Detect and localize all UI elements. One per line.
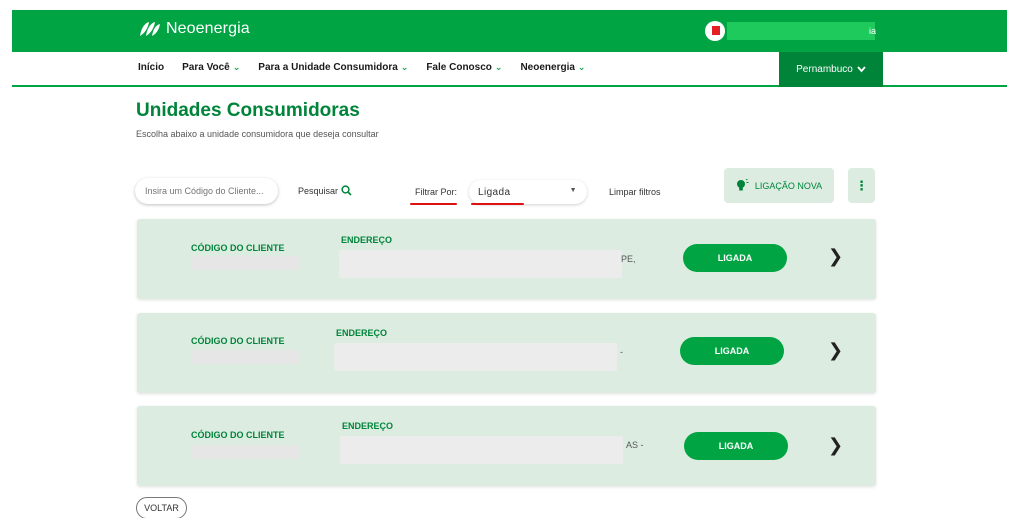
search-button[interactable]: Pesquisar [298, 185, 352, 196]
code-value-redacted [191, 256, 299, 270]
address-tail: PE, [621, 254, 636, 264]
filter-value: Ligada [478, 186, 511, 198]
region-label: Pernambuco [796, 64, 853, 75]
page-title: Unidades Consumidoras [136, 100, 360, 121]
chevron-right-icon[interactable]: ❯ [828, 435, 843, 456]
new-connection-label: LIGAÇÃO NOVA [754, 180, 823, 191]
chevron-down-icon [857, 66, 866, 73]
address-redacted [339, 250, 622, 278]
nav-item-fale-conosco[interactable]: Fale Conosco ⌄ [426, 62, 502, 73]
address-redacted [334, 343, 617, 371]
status-button[interactable]: LIGADA [680, 337, 784, 365]
nav-item-neoenergia[interactable]: Neoenergia ⌄ [520, 62, 585, 73]
region-selector[interactable]: Pernambuco [779, 52, 883, 87]
annotation-underline [471, 203, 524, 205]
flag-icon [712, 26, 720, 35]
chevron-right-icon[interactable]: ❯ [828, 340, 843, 361]
chevron-down-icon: ⌄ [232, 62, 241, 72]
status-button[interactable]: LIGADA [683, 244, 787, 272]
address-tail: AS - [626, 440, 644, 450]
code-value-redacted [191, 445, 299, 459]
more-options-button[interactable]: ⋮ [848, 168, 875, 203]
address-label: ENDEREÇO [342, 421, 394, 431]
leaves-logo-icon [140, 22, 160, 36]
vertical-dots-icon: ⋮ [855, 177, 868, 193]
brand-logo[interactable]: Neoenergia [138, 20, 250, 38]
brand-name: Neoenergia [166, 20, 250, 37]
unit-card[interactable]: CÓDIGO DO CLIENTE ENDEREÇO - LIGADA ❯ [137, 313, 876, 393]
nav-item-inicio[interactable]: Início [138, 62, 164, 73]
filter-select[interactable]: Ligada ▼ [469, 180, 587, 204]
search-icon [341, 185, 352, 196]
address-redacted [340, 436, 623, 464]
code-label: CÓDIGO DO CLIENTE [191, 430, 285, 440]
search-label: Pesquisar [298, 185, 339, 196]
nav-item-para-voce[interactable]: Para Você ⌄ [182, 62, 240, 73]
chevron-down-icon: ⌄ [577, 62, 586, 72]
caret-down-icon: ▼ [569, 187, 577, 194]
chevron-down-icon: ⌄ [494, 62, 503, 72]
nav-list: Início Para Você ⌄ Para a Unidade Consumi… [138, 62, 603, 73]
main-nav: Início Para Você ⌄ Para a Unidade Consumi… [12, 52, 1007, 87]
code-label: CÓDIGO DO CLIENTE [191, 336, 285, 346]
page-subtitle: Escolha abaixo a unidade consumidora que… [136, 129, 379, 139]
nav-item-unidade-consumidora[interactable]: Para a Unidade Consumidora ⌄ [258, 62, 408, 73]
address-label: ENDEREÇO [341, 235, 393, 245]
search-input[interactable] [145, 186, 275, 196]
unit-card[interactable]: CÓDIGO DO CLIENTE ENDEREÇO AS - LIGADA ❯ [137, 406, 876, 486]
address-tail: - [620, 347, 623, 357]
top-bar: Neoenergia ia [12, 10, 1007, 52]
new-connection-button[interactable]: LIGAÇÃO NOVA [724, 168, 834, 203]
chevron-right-icon[interactable]: ❯ [828, 246, 843, 267]
user-name-tail: ia [869, 26, 877, 36]
user-name-redacted [727, 22, 875, 40]
code-label: CÓDIGO DO CLIENTE [191, 243, 285, 253]
filter-label: Filtrar Por: [415, 187, 458, 197]
user-avatar[interactable] [705, 21, 725, 41]
unit-card[interactable]: CÓDIGO DO CLIENTE ENDEREÇO PE, LIGADA ❯ [137, 219, 876, 299]
lightbulb-icon [736, 178, 749, 190]
back-button[interactable]: VOLTAR [136, 497, 187, 518]
code-value-redacted [191, 350, 299, 364]
chevron-down-icon: ⌄ [400, 62, 409, 72]
annotation-underline [410, 203, 457, 205]
clear-filters-link[interactable]: Limpar filtros [609, 187, 661, 197]
address-label: ENDEREÇO [336, 328, 388, 338]
status-button[interactable]: LIGADA [684, 432, 788, 460]
search-field [135, 178, 278, 204]
